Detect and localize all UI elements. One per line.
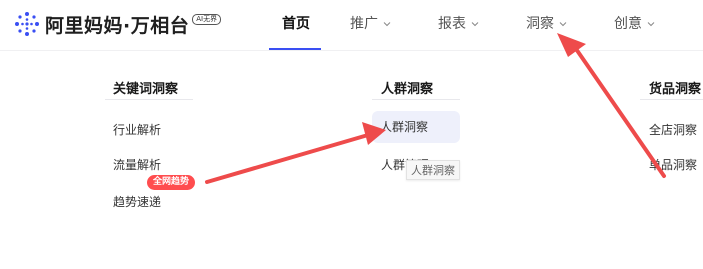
menu-item-store-insights[interactable]: 全店洞察 <box>649 121 697 138</box>
nav-home-label: 首页 <box>282 16 310 32</box>
menu-item-audience-insights[interactable]: 人群洞察 <box>372 111 460 143</box>
hover-tooltip: 人群洞察 <box>406 160 460 180</box>
chevron-down-icon <box>647 22 655 27</box>
nav-insights-label: 洞察 <box>526 16 554 32</box>
column-title-keyword-insights: 关键词洞察 <box>113 82 179 97</box>
nav-insights[interactable]: 洞察 <box>526 14 567 34</box>
column-title-product-insights: 货品洞察 <box>649 82 702 97</box>
ai-badge: AI无界 <box>192 14 222 25</box>
menu-item-industry-analysis[interactable]: 行业解析 <box>113 121 161 138</box>
brand-logo-icon <box>15 12 39 36</box>
arrow-to-audience-insights <box>205 122 386 184</box>
column-divider <box>105 99 193 100</box>
nav-reports-label: 报表 <box>438 16 466 32</box>
menu-item-traffic-analysis[interactable]: 流量解析 <box>113 156 161 173</box>
brand-name: 阿里妈妈·万相台 <box>45 14 190 37</box>
page: 阿里妈妈·万相台 AI无界 首页 推广 报表 洞察 创意 关键词洞察 行业解析 … <box>0 0 703 269</box>
column-title-audience-insights: 人群洞察 <box>381 82 434 97</box>
menu-item-product-item-insights[interactable]: 单品洞察 <box>649 156 697 173</box>
column-divider <box>640 99 703 100</box>
chevron-down-icon <box>471 22 479 27</box>
nav-promotion-label: 推广 <box>350 16 378 32</box>
menu-item-trend-express[interactable]: 趋势速递 <box>113 193 161 210</box>
column-divider <box>372 99 460 100</box>
chevron-down-icon <box>383 22 391 27</box>
nav-promotion[interactable]: 推广 <box>350 14 391 34</box>
nav-home[interactable]: 首页 <box>282 14 310 34</box>
trend-badge: 全网趋势 <box>147 175 196 190</box>
nav-creative[interactable]: 创意 <box>614 14 655 34</box>
arrow-to-insights-nav <box>557 33 666 178</box>
header-divider <box>0 50 703 51</box>
top-nav-bar: 阿里妈妈·万相台 AI无界 首页 推广 报表 洞察 创意 <box>0 0 703 50</box>
nav-reports[interactable]: 报表 <box>438 14 479 34</box>
brand-logo[interactable]: 阿里妈妈·万相台 AI无界 <box>14 8 222 40</box>
nav-creative-label: 创意 <box>614 16 642 32</box>
chevron-down-icon <box>559 22 567 27</box>
